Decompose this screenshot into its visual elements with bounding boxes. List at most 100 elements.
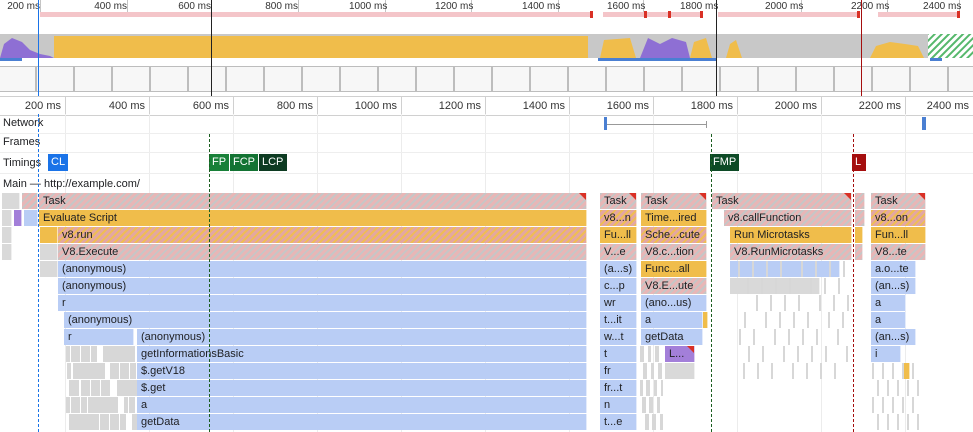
function-call-block[interactable]	[855, 227, 863, 243]
evaluate-script-block[interactable]	[40, 227, 58, 243]
function-call-block[interactable]	[783, 346, 785, 362]
function-call-block[interactable]	[657, 346, 659, 362]
function-call-block[interactable]	[902, 363, 904, 379]
function-call-block[interactable]: $.getV18	[137, 363, 587, 379]
function-call-block[interactable]	[132, 380, 138, 396]
function-call-block[interactable]	[649, 346, 651, 362]
screenshot-thumbnail[interactable]	[720, 66, 758, 92]
function-call-block[interactable]	[825, 346, 827, 362]
function-call-block[interactable]	[124, 397, 129, 413]
function-call-block[interactable]: a.o...te	[871, 261, 916, 277]
v8-execute-block[interactable]: V8.E...ute	[641, 278, 707, 294]
function-call-block[interactable]	[774, 329, 776, 345]
timings-track-label[interactable]: Timings	[3, 157, 41, 169]
screenshot-thumbnail[interactable]	[492, 66, 530, 92]
function-call-block[interactable]	[824, 278, 826, 294]
screenshot-thumbnail[interactable]	[568, 66, 606, 92]
screenshot-thumbnail[interactable]	[796, 66, 834, 92]
function-call-block[interactable]	[747, 278, 749, 294]
function-call-block[interactable]: (anonymous)	[58, 261, 587, 277]
task-block[interactable]	[40, 261, 58, 277]
function-call-block[interactable]: getData	[641, 329, 703, 345]
evaluate-script-block[interactable]: Evaluate Script	[39, 210, 587, 226]
function-call-block[interactable]	[661, 414, 663, 430]
function-call-block[interactable]	[892, 397, 894, 413]
fp-marker[interactable]: FP	[209, 154, 229, 171]
function-call-block[interactable]	[788, 329, 790, 345]
function-call-block[interactable]	[797, 346, 799, 362]
v8-execute-block[interactable]: V...e	[600, 244, 637, 260]
screenshot-thumbnail[interactable]	[188, 66, 226, 92]
function-call-block[interactable]	[752, 261, 754, 277]
function-call-block[interactable]	[660, 363, 662, 379]
task-block[interactable]	[22, 193, 38, 209]
function-call-block[interactable]: v8...on	[871, 210, 926, 226]
network-request[interactable]	[922, 117, 926, 130]
function-call-block[interactable]	[838, 278, 840, 294]
function-call-block[interactable]	[645, 363, 647, 379]
function-call-block[interactable]	[652, 363, 654, 379]
function-call-block[interactable]	[703, 312, 708, 328]
screenshots-strip[interactable]	[0, 66, 973, 94]
function-call-block[interactable]: Fun...ll	[871, 227, 926, 243]
function-call-block[interactable]	[95, 414, 100, 430]
function-call-block[interactable]	[74, 380, 80, 396]
screenshot-thumbnail[interactable]	[36, 66, 74, 92]
function-call-block[interactable]: v8.callFunction	[724, 210, 852, 226]
task-block[interactable]	[855, 244, 863, 260]
run-microtasks-block[interactable]: Run Microtasks	[730, 227, 852, 243]
function-call-block[interactable]	[120, 414, 127, 430]
function-call-block[interactable]: fr	[600, 363, 637, 379]
function-call-block[interactable]	[828, 312, 830, 328]
function-call-block[interactable]: c...p	[600, 278, 637, 294]
function-call-block[interactable]	[892, 363, 894, 379]
function-call-block[interactable]: (a...s)	[600, 261, 637, 277]
function-call-block[interactable]	[655, 380, 657, 396]
function-call-block[interactable]	[98, 363, 106, 379]
function-call-block[interactable]: (an...s)	[871, 278, 916, 294]
function-call-block[interactable]	[129, 363, 136, 379]
v8-execute-block[interactable]: V8.Execute	[58, 244, 587, 260]
function-call-block[interactable]: getInformationsBasic	[137, 346, 587, 362]
function-call-block[interactable]	[897, 414, 899, 430]
function-call-block[interactable]	[753, 329, 755, 345]
function-call-block[interactable]	[882, 397, 884, 413]
screenshot-thumbnail[interactable]	[644, 66, 682, 92]
timeline-ruler[interactable]: 200 ms 400 ms 600 ms 800 ms 1000 ms 1200 ms 14…	[0, 96, 973, 116]
function-call-block[interactable]	[765, 312, 767, 328]
screenshot-thumbnail[interactable]	[948, 66, 973, 92]
function-call-block[interactable]: Fu...ll	[600, 227, 637, 243]
function-call-block[interactable]: $.get	[137, 380, 587, 396]
function-call-block[interactable]: a	[871, 312, 906, 328]
function-call-block[interactable]	[654, 414, 656, 430]
function-call-block[interactable]: v8...n	[600, 210, 637, 226]
function-call-block[interactable]	[658, 397, 660, 413]
function-call-block[interactable]: (ano...us)	[641, 295, 707, 311]
function-call-block[interactable]	[730, 261, 840, 277]
screenshot-thumbnail[interactable]	[834, 66, 872, 92]
timer-fired-block[interactable]: Time...ired	[641, 210, 707, 226]
main-track-label[interactable]: Main — http://example.com/	[3, 178, 140, 190]
screenshot-thumbnail[interactable]	[0, 66, 36, 92]
function-call-block[interactable]	[95, 380, 100, 396]
function-call-block[interactable]	[784, 295, 786, 311]
task-block[interactable]: Task	[712, 193, 852, 209]
function-call-block[interactable]: a	[137, 397, 587, 413]
function-call-block[interactable]: a	[641, 312, 703, 328]
screenshot-thumbnail[interactable]	[302, 66, 340, 92]
function-call-block[interactable]	[815, 261, 817, 277]
function-call-block[interactable]	[770, 295, 772, 311]
function-call-block[interactable]	[115, 414, 120, 430]
function-call-block[interactable]: getData	[137, 414, 587, 430]
function-call-block[interactable]	[802, 329, 804, 345]
task-block[interactable]	[665, 363, 695, 379]
function-call-block[interactable]	[644, 397, 646, 413]
function-call-block[interactable]	[792, 363, 794, 379]
task-block[interactable]	[855, 193, 865, 209]
function-call-block[interactable]: t...e	[600, 414, 637, 430]
function-call-block[interactable]	[833, 295, 835, 311]
screenshot-thumbnail[interactable]	[264, 66, 302, 92]
function-call-block[interactable]	[829, 261, 831, 277]
function-call-block[interactable]	[85, 380, 90, 396]
function-call-block[interactable]: fr...t	[600, 380, 637, 396]
